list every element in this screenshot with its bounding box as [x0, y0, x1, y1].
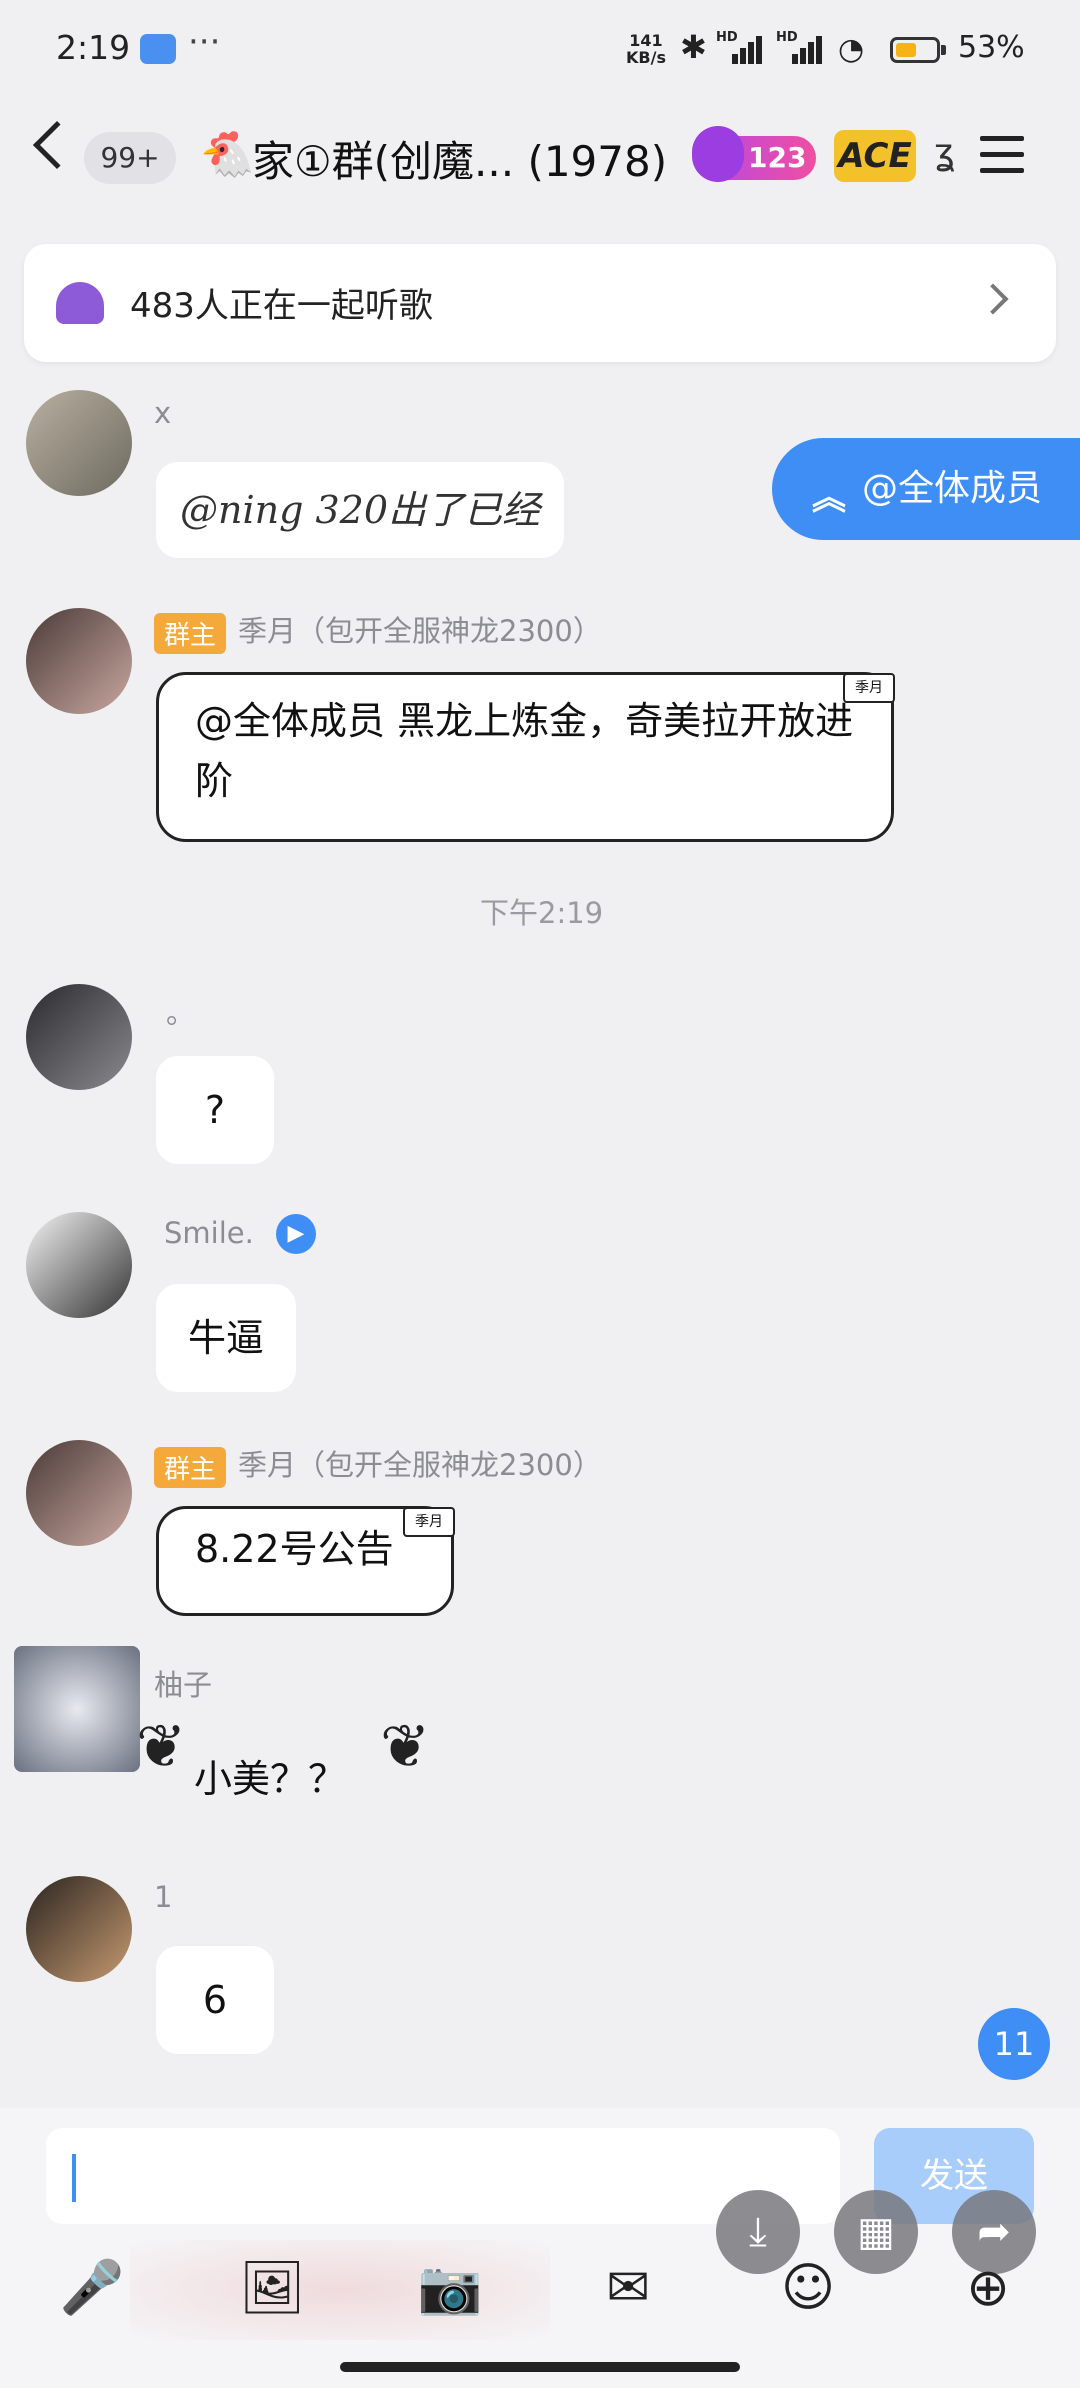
hd-label: HD — [716, 30, 738, 45]
sender-name[interactable]: 季月（包开全服神龙2300） — [238, 1448, 602, 1482]
sender-line: 群主 季月（包开全服神龙2300） — [154, 1442, 602, 1488]
sender-line: 群主 季月（包开全服神龙2300） — [154, 608, 602, 654]
avatar[interactable] — [26, 390, 132, 496]
sender-name[interactable]: 季月（包开全服神龙2300） — [238, 614, 602, 648]
more-notifications-icon: ··· — [188, 22, 221, 62]
owner-tag: 群主 — [154, 1446, 227, 1488]
message-bubble[interactable]: 6 — [156, 1946, 274, 2054]
back-icon[interactable] — [32, 120, 82, 170]
battery-percent: 53% — [958, 30, 1025, 65]
bat-wing-left-icon: ❦ — [136, 1712, 187, 1782]
bat-wing-right-icon: ❦ — [380, 1712, 431, 1782]
avatar[interactable] — [26, 1876, 132, 1982]
timestamp: 下午2:19 — [480, 896, 604, 930]
chicken-icon: 🐔 — [200, 129, 255, 180]
avatar[interactable] — [14, 1646, 140, 1772]
message-text: @全体成员 黑龙上炼金，奇美拉开放进阶 — [195, 699, 854, 803]
microphone-icon[interactable]: 🎤 — [54, 2250, 130, 2326]
sender-name[interactable]: x — [154, 396, 171, 430]
gallery-icon — [140, 34, 176, 64]
status-time: 2:19 — [56, 28, 131, 67]
battery-icon — [890, 37, 940, 63]
avatar[interactable] — [26, 1440, 132, 1546]
message-bubble[interactable]: 小美？？ — [194, 1748, 346, 1803]
new-messages-badge[interactable]: 11 — [978, 2008, 1050, 2080]
network-speed: 141 KB/s — [626, 32, 666, 66]
signal-icon: HD — [716, 30, 762, 64]
message-bubble[interactable]: @全体成员 黑龙上炼金，奇美拉开放进阶 季月 — [156, 672, 895, 842]
red-packet-icon[interactable]: ✉ — [590, 2250, 666, 2326]
signal-icon-2: HD — [776, 30, 822, 64]
bluetooth-icon: ✱ — [680, 28, 707, 66]
battery-tip — [941, 45, 946, 55]
message-bubble[interactable]: @ning 320出了已经 — [156, 462, 565, 558]
listen-together-text: 483人正在一起听歌 — [130, 286, 433, 326]
sender-name[interactable]: 1 — [154, 1880, 172, 1914]
text-caret — [72, 2154, 76, 2202]
ear-icon[interactable]: ʓ — [934, 132, 955, 173]
sender-name[interactable]: 柚子 — [154, 1662, 212, 1704]
message-bubble[interactable]: 8.22号公告 季月 — [156, 1506, 455, 1616]
message-bubble[interactable]: ? — [156, 1056, 274, 1164]
bubble-tag: 季月 — [843, 673, 895, 703]
flame-icon — [692, 126, 744, 182]
owner-tag: 群主 — [154, 612, 227, 654]
grid-icon[interactable]: ▦ — [834, 2190, 918, 2274]
sender-name[interactable]: 。 — [166, 990, 195, 1032]
menu-icon[interactable] — [980, 136, 1024, 174]
network-speed-unit: KB/s — [626, 48, 666, 67]
avatar[interactable] — [26, 984, 132, 1090]
wifi-icon: ◔ — [838, 32, 865, 67]
hd-label-2: HD — [776, 30, 798, 45]
plus-icon[interactable]: ⊕ — [950, 2250, 1026, 2326]
bubble-tag: 季月 — [403, 1507, 455, 1537]
message-text: 8.22号公告 — [195, 1527, 394, 1571]
chat-title[interactable]: 家①群(创魔... (1978) — [252, 128, 667, 189]
message-bubble[interactable]: 牛逼 — [156, 1284, 296, 1392]
headphone-icon — [56, 282, 104, 324]
double-chevron-up-icon: ︽ — [812, 478, 846, 518]
unread-badge[interactable]: 99+ — [84, 132, 176, 184]
camera-icon[interactable]: 📷 — [412, 2250, 488, 2326]
network-speed-value: 141 — [629, 31, 663, 50]
image-icon[interactable]: 🖼 — [234, 2250, 310, 2326]
emoji-icon[interactable]: ☺ — [770, 2250, 846, 2326]
avatar[interactable] — [26, 608, 132, 714]
sender-name[interactable]: Smile. — [164, 1216, 254, 1250]
home-indicator[interactable] — [340, 2362, 740, 2372]
play-icon: ▶ — [276, 1214, 316, 1254]
avatar[interactable] — [26, 1212, 132, 1318]
ace-badge[interactable]: ACE — [834, 130, 916, 182]
